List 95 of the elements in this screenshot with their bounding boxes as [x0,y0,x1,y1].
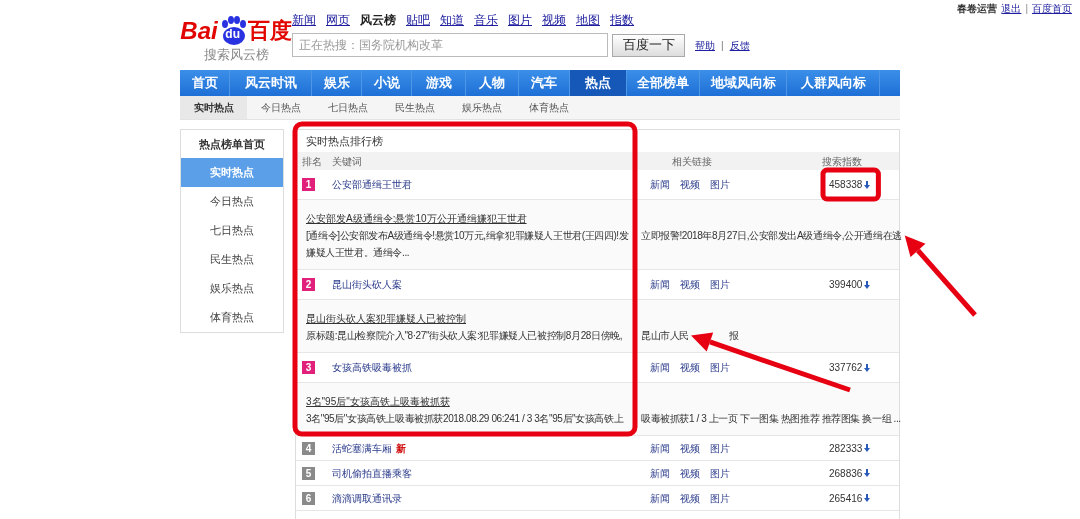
keyword-link[interactable]: 司机偷拍直播乘客 [332,465,412,481]
column-header: 搜索指数 [822,155,862,167]
column-header: 排名 [302,155,322,167]
subnav-tab[interactable]: 今日热点 [247,96,314,119]
column-header: 关键词 [332,155,362,167]
top-link[interactable]: 新闻 [292,11,316,29]
search-index: 282333 [829,441,863,456]
user-name: 春卷运营 [957,2,998,16]
down-arrow-icon [864,444,871,452]
rank-badge: 3 [302,361,315,374]
related-link[interactable]: 视频 [680,177,700,192]
news-summary: 报 [729,329,739,343]
keyword-link[interactable]: 滴滴调取通讯录 [332,490,402,506]
news-title-link[interactable]: 公安部发A级通缉令:悬赏10万公开通缉嫌犯王世君 [306,210,527,227]
sidebar-item[interactable]: 娱乐热点 [181,274,283,303]
related-link[interactable]: 视频 [680,465,700,481]
related-link[interactable]: 视频 [680,490,700,506]
related-link[interactable]: 新闻 [650,277,670,292]
related-link[interactable]: 新闻 [650,465,670,481]
header-link[interactable]: 退出 [1001,1,1022,16]
news-title-link[interactable]: 3名"95后"女孩高铁上吸毒被抓获 [306,393,450,410]
rank-badge: 6 [302,491,315,505]
related-link[interactable]: 视频 [680,440,700,456]
news-summary: 昆山市人民 [641,329,689,343]
sidebar-item[interactable]: 民生热点 [181,245,283,274]
sidebar-item[interactable]: 七日热点 [181,216,283,245]
top-link[interactable]: 风云榜 [360,11,396,29]
related-link[interactable]: 图片 [710,277,730,292]
sidebar-title: 热点榜单首页 [198,136,266,152]
search-index: 268836 [829,466,863,481]
related-link[interactable]: 图片 [710,360,730,375]
search-index: 337762 [829,361,863,375]
news-summary: 3名"95后"女孩高铁上吸毒被抓获2018.08.29 06:241 / 3 3名"95后"女孩高铁上 [306,412,625,426]
rank-badge: 4 [302,441,315,455]
top-link[interactable]: 音乐 [474,11,498,29]
search-index: 399400 [829,278,863,292]
search-index: 265416 [829,491,863,506]
rank-badge: 2 [302,278,315,291]
top-link[interactable]: 网页 [326,11,350,29]
subnav-tab[interactable]: 体育热点 [515,96,582,119]
keyword-link[interactable]: 活蛇塞满车厢 [332,440,392,456]
sidebar-item[interactable]: 今日热点 [181,187,283,216]
rank-badge: 5 [302,466,315,480]
header-link[interactable]: 百度首页 [1032,1,1072,16]
subnav-tab[interactable]: 实时热点 [180,96,247,119]
logo-subtitle: 搜索风云榜 [203,48,269,61]
separator: | [1025,2,1028,16]
annotation-box [820,167,881,202]
top-link[interactable]: 知道 [440,11,464,29]
related-link[interactable]: 图片 [710,490,730,506]
down-arrow-icon [864,363,871,372]
down-arrow-icon [864,494,871,502]
news-summary: 吸毒被抓获1 / 3 上一页 下一图集 热图推荐 推荐图集 换一组 ... [641,412,901,426]
related-link[interactable]: 视频 [680,277,700,292]
news-summary: 立即报警!2018年8月27日,公安部发出A级通缉令,公开通缉在逃 [641,229,902,243]
subnav-tab[interactable]: 民生热点 [381,96,448,119]
keyword-link[interactable]: 公安部通缉王世君 [332,177,412,192]
new-label: 新 [396,441,406,456]
news-summary: 原标题:昆山检察院介入"8·27"街头砍人案:犯罪嫌疑人已被控制8月28日傍晚, [306,329,624,343]
related-link[interactable]: 视频 [680,360,700,375]
related-link[interactable]: 图片 [710,440,730,456]
top-link[interactable]: 指数 [610,11,634,29]
search-button[interactable]: 百度一下 [612,33,685,57]
related-link[interactable]: 新闻 [650,360,670,375]
search-field[interactable]: 正在热搜：国务院机构改革 [292,33,608,57]
news-summary: 嫌疑人王世君。通缉令... [306,246,410,260]
subnav-tab[interactable]: 娱乐热点 [448,96,515,119]
down-arrow-icon [864,180,871,189]
keyword-link[interactable]: 昆山街头砍人案 [332,277,402,292]
related-link[interactable]: 新闻 [650,490,670,506]
logo-text: 百度 [247,20,292,42]
related-link[interactable]: 新闻 [650,177,670,192]
help-link[interactable]: 反馈 [729,37,750,53]
column-header: 相关链接 [672,155,712,167]
separator: | [721,38,724,53]
top-link[interactable]: 视频 [542,11,566,29]
rank-badge: 1 [302,178,315,191]
nav-tab[interactable]: 热点 [570,70,627,96]
related-link[interactable]: 图片 [710,465,730,481]
top-link[interactable]: 贴吧 [406,11,430,29]
down-arrow-icon [864,469,871,477]
logo-text: Bai [180,19,218,43]
sidebar-item[interactable]: 体育热点 [181,303,283,332]
down-arrow-icon [864,280,871,289]
panel-title: 实时热点排行榜 [305,133,384,149]
help-link[interactable]: 帮助 [695,37,715,53]
related-link[interactable]: 新闻 [650,440,670,456]
search-index: 458338 [829,178,863,192]
subnav-tab[interactable]: 七日热点 [314,96,381,119]
news-title-link[interactable]: 昆山街头砍人案犯罪嫌疑人已被控制 [306,310,466,327]
top-link[interactable]: 图片 [508,11,532,29]
related-link[interactable]: 图片 [710,177,730,192]
keyword-link[interactable]: 女孩高铁吸毒被抓 [332,360,412,375]
top-link[interactable]: 地图 [576,11,600,29]
news-summary: [通缉令]公安部发布A级通缉令!悬赏10万元,缉拿犯罪嫌疑人王世君(王四四)!发 [306,229,629,243]
